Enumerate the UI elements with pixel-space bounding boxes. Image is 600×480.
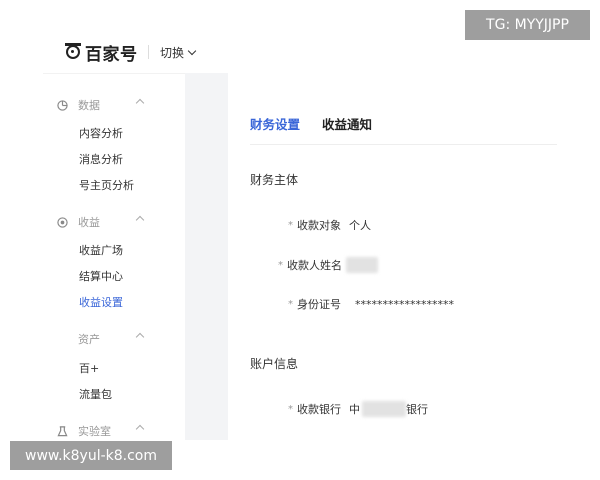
- watermark-url: www.k8yul-k8.com: [10, 441, 172, 470]
- field-payee-type: * 收款对象 个人: [288, 217, 371, 233]
- section-title-account-info: 账户信息: [250, 357, 299, 371]
- sidebar-group-data[interactable]: 数据: [57, 97, 145, 113]
- sidebar-item-settlement-center[interactable]: 结算中心: [79, 268, 123, 284]
- sidebar-item-revenue-settings[interactable]: 收益设置: [79, 294, 123, 310]
- field-value-suffix: 银行: [406, 403, 428, 416]
- chevron-up-icon: [135, 424, 145, 434]
- sidebar-group-label: 资产: [78, 333, 100, 346]
- sidebar-item-revenue-square[interactable]: 收益广场: [79, 242, 123, 258]
- main-panel: 财务设置 收益通知 财务主体 * 收款对象 个人 * 收款人姓名 * 身份证号 …: [228, 73, 557, 440]
- switch-label: 切换: [160, 46, 185, 60]
- chevron-up-icon: [135, 98, 145, 108]
- sidebar-group-label: 收益: [78, 216, 100, 229]
- tab-divider: [250, 144, 557, 145]
- field-label: 收款人姓名: [287, 259, 342, 272]
- field-bank: * 收款银行 中 银行: [288, 401, 428, 417]
- coin-icon: [57, 216, 68, 228]
- flask-icon: [57, 425, 68, 436]
- sidebar-group-label: 数据: [78, 99, 100, 112]
- brand-name: 百家号: [85, 44, 138, 65]
- sidebar-group-revenue[interactable]: 收益: [57, 214, 145, 230]
- header-divider: [148, 45, 149, 59]
- pie-chart-icon: [57, 99, 68, 111]
- field-value: 个人: [349, 219, 371, 232]
- required-asterisk: *: [288, 219, 293, 231]
- sidebar-group-lab[interactable]: 实验室: [57, 423, 145, 439]
- required-asterisk: *: [288, 298, 293, 310]
- field-payee-name: * 收款人姓名: [278, 257, 378, 273]
- account-switch-button[interactable]: 切换: [160, 44, 197, 61]
- chevron-down-icon: [187, 46, 197, 56]
- sidebar: 数据 内容分析 消息分析 号主页分析 收益 收益广场 结算中心 收益设置 资产 …: [43, 73, 185, 441]
- sidebar-group-assets[interactable]: 资产: [78, 331, 145, 347]
- sidebar-item-homepage-analysis[interactable]: 号主页分析: [79, 177, 134, 193]
- field-label: 收款银行: [297, 403, 341, 416]
- sidebar-item-bai-plus[interactable]: 百+: [79, 360, 99, 376]
- sidebar-item-traffic-pack[interactable]: 流量包: [79, 386, 112, 402]
- field-value-prefix: 中: [349, 403, 360, 416]
- baijiahao-logo-icon: [65, 43, 81, 59]
- tab-revenue-notice[interactable]: 收益通知: [322, 114, 372, 133]
- watermark-tg: TG: MYYJJPP: [465, 10, 590, 40]
- field-label: 收款对象: [297, 219, 341, 232]
- chevron-up-icon: [135, 215, 145, 225]
- chevron-up-icon: [135, 332, 145, 342]
- sidebar-item-message-analysis[interactable]: 消息分析: [79, 151, 123, 167]
- content-gutter: [185, 73, 228, 440]
- sidebar-group-label: 实验室: [78, 425, 111, 438]
- section-title-finance-entity: 财务主体: [250, 173, 299, 187]
- required-asterisk: *: [278, 259, 283, 271]
- brand-logo[interactable]: 百家号: [65, 42, 138, 65]
- sidebar-item-content-analysis[interactable]: 内容分析: [79, 125, 123, 141]
- tab-finance-settings[interactable]: 财务设置: [250, 114, 300, 133]
- field-label: 身份证号: [297, 298, 341, 311]
- required-asterisk: *: [288, 403, 293, 415]
- field-id-number: * 身份证号 ******************: [288, 296, 454, 312]
- blurred-value: [346, 257, 378, 273]
- field-value: ******************: [355, 297, 454, 311]
- blurred-value: [362, 401, 406, 417]
